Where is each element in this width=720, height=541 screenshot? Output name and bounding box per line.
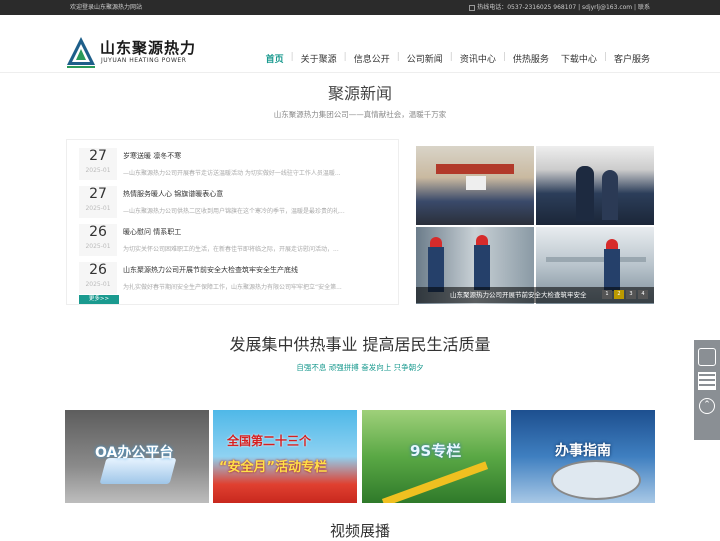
- logo-cn: 山东聚源热力: [100, 39, 197, 57]
- phone-icon: [469, 4, 476, 11]
- nav-info[interactable]: 信息公开: [348, 52, 396, 65]
- nav-heating-service[interactable]: 供热服务: [507, 52, 555, 65]
- news-photo-carousel[interactable]: 山东聚源热力公司开展节前安全大检查筑牢安全 1 2 3 4: [416, 146, 654, 304]
- banner-9s[interactable]: 9S专栏: [362, 410, 506, 503]
- more-news-button[interactable]: 更多>>: [79, 295, 119, 304]
- list-item[interactable]: 26 2025-01 山东聚源热力公司开展节前安全大检查筑牢安全生产底线 为扎实…: [79, 262, 391, 294]
- carousel-dot[interactable]: 4: [638, 290, 648, 299]
- logo-en: JUYUAN HEATING POWER: [101, 57, 187, 64]
- news-list: 27 2025-01 岁寒送暖 凛冬不寒 —山东聚源热力公司开展春节走访送温暖活…: [66, 139, 399, 305]
- news-item-desc: 为扎实做好春节期间安全生产保障工作，山东聚源热力有限公司牢牢把立“安全第...: [123, 284, 342, 291]
- mission-title: 发展集中供热事业 提高居民生活质量: [229, 335, 491, 354]
- video-section-title: 视频展播: [329, 522, 390, 540]
- welcome-text: 欢迎登录山东聚源热力网站: [70, 4, 143, 11]
- news-item-desc: —山东聚源热力公司开展春节走访送温暖活动 为切实做好一线驻守工作人员温暖...: [123, 170, 341, 177]
- news-photo: [536, 146, 654, 225]
- nav-download[interactable]: 下载中心: [555, 52, 603, 65]
- news-item-desc: —山东聚源热力公司供热二区收到用户锦旗在这个寒冷的季节，温暖是最珍贵的礼...: [123, 208, 345, 215]
- news-item-title[interactable]: 热情服务暖人心 锦旗谱暖表心意: [123, 189, 223, 199]
- contact-info: 热线电话：0537-2316025 968107 | sdjyrlj@163.c…: [469, 0, 650, 15]
- back-to-top-icon[interactable]: ⌃: [699, 398, 715, 414]
- news-section-subtitle: 山东聚源热力集团公司——真情献社会，温暖千万家: [273, 110, 447, 119]
- banner-safety-month[interactable]: 全国第二十三个 “安全月”活动专栏: [213, 410, 357, 503]
- banner-oa[interactable]: OA办公平台: [65, 410, 209, 503]
- site-header: 山东聚源热力 JUYUAN HEATING POWER 首页 | 关于聚源 | 信息…: [0, 15, 720, 73]
- main-nav: 首页 | 关于聚源 | 信息公开 | 公司新闻 | 资讯中心 | 供热服务 下载中心 | 客…: [260, 52, 656, 65]
- news-item-title[interactable]: 暖心慰问 情系职工: [123, 227, 181, 237]
- side-toolbar: ⌃: [694, 340, 720, 440]
- news-item-desc: 为切实关怀公司困难职工的生活，在新春佳节即将临之际，开展走访慰问活动，...: [123, 246, 339, 253]
- banner-guide[interactable]: 办事指南: [511, 410, 655, 503]
- top-bar: 欢迎登录山东聚源热力网站 热线电话：0537-2316025 968107 | …: [0, 0, 720, 15]
- logo-mark-icon: [67, 37, 95, 68]
- site-logo[interactable]: 山东聚源热力 JUYUAN HEATING POWER: [66, 35, 196, 71]
- mission-subtitle: 自强不息 顽强拼搏 奋发向上 只争朝夕: [296, 363, 424, 372]
- carousel-dot[interactable]: 3: [626, 290, 636, 299]
- nav-about[interactable]: 关于聚源: [295, 52, 343, 65]
- carousel-pager: 1 2 3 4: [602, 290, 648, 299]
- qrcode-icon[interactable]: [698, 372, 716, 390]
- list-item[interactable]: 27 2025-01 岁寒送暖 凛冬不寒 —山东聚源热力公司开展春节走访送温暖活…: [79, 148, 391, 180]
- nav-resources[interactable]: 资讯中心: [454, 52, 502, 65]
- nav-home[interactable]: 首页: [260, 52, 290, 65]
- news-item-title[interactable]: 山东聚源热力公司开展节前安全大检查筑牢安全生产底线: [123, 265, 298, 275]
- carousel-dot[interactable]: 2: [614, 290, 624, 299]
- news-photo: [416, 146, 534, 225]
- nav-news[interactable]: 公司新闻: [401, 52, 449, 65]
- list-item[interactable]: 27 2025-01 热情服务暖人心 锦旗谱暖表心意 —山东聚源热力公司供热二区…: [79, 186, 391, 218]
- news-section-title: 聚源新闻: [327, 84, 392, 103]
- carousel-dot[interactable]: 1: [602, 290, 612, 299]
- nav-customer-service[interactable]: 客户服务: [608, 52, 656, 65]
- chat-icon[interactable]: [698, 348, 716, 366]
- list-item[interactable]: 26 2025-01 暖心慰问 情系职工 为切实关怀公司困难职工的生活，在新春佳…: [79, 224, 391, 256]
- news-item-title[interactable]: 岁寒送暖 凛冬不寒: [123, 151, 181, 161]
